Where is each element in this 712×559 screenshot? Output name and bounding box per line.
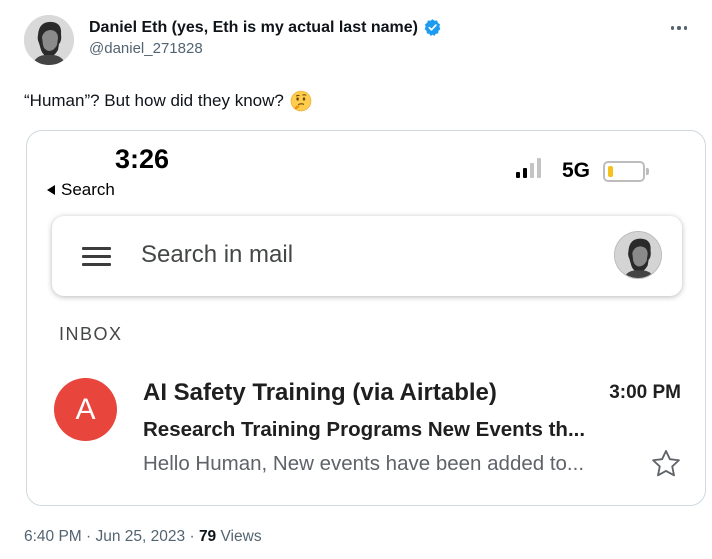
tweet-meta: 6:40 PM · Jun 25, 2023 · 79 Views (24, 528, 262, 546)
cell-signal-icon (516, 158, 541, 178)
author-info: Daniel Eth (yes, Eth is my actual last n… (89, 18, 442, 57)
views-count[interactable]: 79 (199, 528, 216, 545)
tweet-text-content: “Human”? But how did they know? (24, 91, 284, 110)
author-avatar-image (24, 15, 74, 65)
tweet: Daniel Eth (yes, Eth is my actual last n… (0, 0, 712, 559)
mail-search-bar[interactable]: Search in mail (52, 216, 682, 296)
signal-bar (516, 172, 520, 178)
menu-icon[interactable] (82, 247, 111, 266)
battery-icon (603, 161, 649, 182)
tweet-timestamp[interactable]: 6:40 PM · Jun 25, 2023 (24, 528, 185, 545)
email-snippet: Hello Human, New events have been added … (143, 452, 585, 475)
network-type: 5G (562, 159, 591, 182)
status-bar-time: 3:26 (115, 144, 170, 174)
author-avatar[interactable] (24, 15, 74, 65)
star-icon[interactable] (649, 447, 683, 481)
more-options-icon[interactable] (668, 18, 690, 38)
email-subject: Research Training Programs New Events th… (143, 418, 586, 441)
back-arrow-icon (47, 185, 55, 195)
email-sender: AI Safety Training (via Airtable) (143, 379, 497, 406)
views-label: Views (220, 528, 262, 545)
back-to-search-label: Search (61, 180, 115, 199)
account-avatar[interactable] (614, 231, 662, 279)
signal-bar (537, 158, 541, 178)
meta-separator: · (189, 528, 195, 545)
email-list-item[interactable]: A AI Safety Training (via Airtable) 3:00… (27, 367, 705, 487)
signal-bar (530, 163, 534, 178)
author-display-name[interactable]: Daniel Eth (yes, Eth is my actual last n… (89, 19, 418, 37)
search-input[interactable]: Search in mail (141, 241, 293, 269)
inbox-section-label: INBOX (59, 324, 123, 344)
tweet-text: “Human”? But how did they know? (24, 90, 312, 112)
back-to-search-link[interactable]: Search (47, 180, 115, 200)
sender-avatar: A (54, 378, 117, 441)
signal-bar (523, 168, 527, 178)
email-time: 3:00 PM (609, 382, 681, 403)
tweet-media-screenshot[interactable]: 3:26 Search 5G Search in mail INBOX A AI… (26, 130, 706, 506)
thinking-face-icon (290, 90, 312, 112)
account-avatar-image (615, 232, 661, 278)
verified-badge-icon[interactable] (423, 18, 442, 37)
author-name-row: Daniel Eth (yes, Eth is my actual last n… (89, 18, 442, 37)
author-handle[interactable]: @daniel_271828 (89, 40, 442, 57)
battery-level (608, 166, 613, 177)
